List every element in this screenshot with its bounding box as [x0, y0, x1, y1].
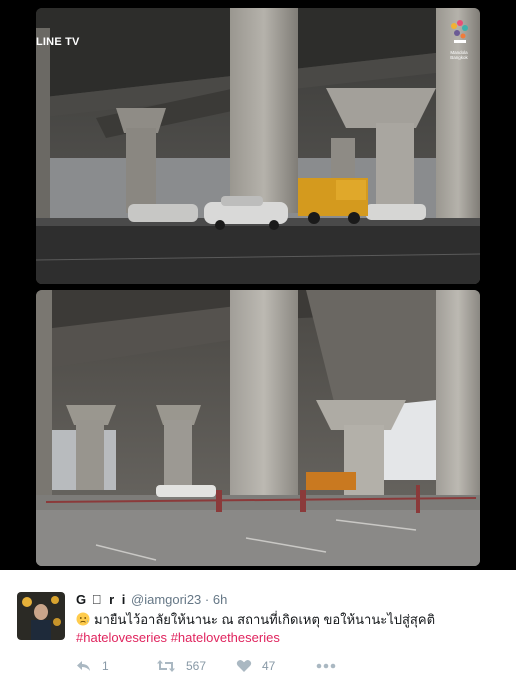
hashtag-link[interactable]: #hatelovetheseries [171, 630, 280, 645]
retweet-icon [157, 660, 175, 672]
line-tv-watermark: LINE TV [36, 36, 80, 48]
hashtag-link[interactable]: #hateloveseries [76, 630, 167, 645]
sad-face-emoji-icon [76, 612, 90, 626]
more-icon [316, 663, 336, 669]
media-photo-before[interactable]: LINE TV Mandola Bangkok [36, 8, 480, 284]
user-handle[interactable]: @iamgori23 [131, 592, 201, 607]
reply-button[interactable]: 1 [76, 656, 109, 676]
tweet-header: G ⃞ r i @iamgori23 · 6h [76, 592, 227, 607]
tweet: G ⃞ r i @iamgori23 · 6h มายืนไว้อาลัยให้… [0, 570, 516, 696]
reply-count: 1 [102, 659, 109, 673]
tweet-media[interactable]: LINE TV Mandola Bangkok [0, 0, 516, 570]
display-name[interactable]: G ⃞ r i [76, 592, 127, 607]
tweet-text: มายืนไว้อาลัยให้นานะ ณ สถานที่เกิดเหตุ ข… [76, 611, 435, 647]
brand-line-2: Bangkok [450, 55, 468, 60]
more-actions-button[interactable] [316, 656, 336, 676]
separator: · [204, 592, 210, 607]
like-count: 47 [262, 659, 276, 673]
reply-icon [77, 661, 90, 671]
like-button[interactable]: 47 [236, 656, 275, 676]
avatar[interactable] [17, 592, 65, 640]
heart-icon [236, 660, 252, 672]
timestamp[interactable]: 6h [213, 592, 227, 607]
media-photo-after[interactable] [36, 290, 480, 566]
tweet-body: มายืนไว้อาลัยให้นานะ ณ สถานที่เกิดเหตุ ข… [94, 612, 436, 627]
retweet-button[interactable]: 567 [156, 656, 206, 676]
retweet-count: 567 [186, 659, 207, 673]
